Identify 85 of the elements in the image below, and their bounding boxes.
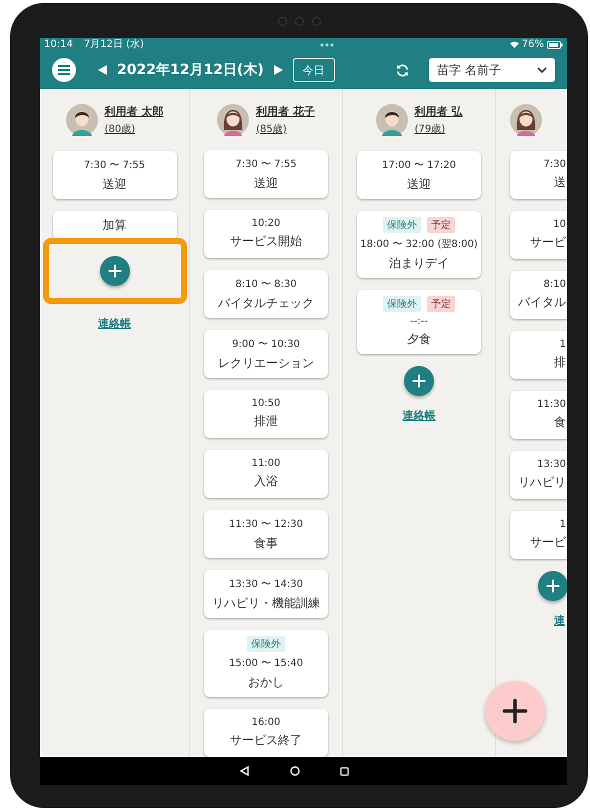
schedule-title: 加算 <box>102 217 126 234</box>
schedule-title: 泊まりデイ <box>389 255 449 272</box>
schedule-time: 18:00 〜 32:00 (翌8:00) <box>360 238 478 251</box>
schedule-title: バイタルチェック <box>218 294 314 312</box>
status-tag: 保険外 <box>383 217 421 233</box>
notes-link[interactable]: 連絡帳 <box>402 408 436 423</box>
schedule-card[interactable]: 8:10 バイタル <box>510 271 567 319</box>
user-age: (85歳) <box>256 122 288 136</box>
schedule-time: 11:00 <box>252 458 280 469</box>
status-tag: 保険外 <box>383 296 421 312</box>
schedule-title: 入浴 <box>254 473 278 490</box>
battery-percent: 76% <box>522 40 544 50</box>
schedule-card[interactable]: 13:30 〜 14:30 リハビリ・機能訓練 <box>204 570 328 618</box>
schedule-card[interactable]: 11:30 〜 12:30 食事 <box>204 510 328 558</box>
schedule-time: 17:00 〜 17:20 <box>382 158 456 172</box>
schedule-card[interactable]: 13:30 リハビリ <box>510 451 567 499</box>
schedule-time: 13:30 <box>537 459 566 470</box>
schedule-time: 1 <box>560 339 566 350</box>
schedule-time: 8:10 〜 8:30 <box>235 278 297 290</box>
schedule-time: 16:00 <box>252 717 280 728</box>
schedule-title: サービス終了 <box>230 732 302 749</box>
schedule-time: 7:30 〜 7:55 <box>235 158 297 170</box>
schedule-card[interactable]: 7:30 送 <box>510 151 567 199</box>
schedule-time: 11:30 〜 12:30 <box>229 518 303 530</box>
schedule-time: 1 <box>560 519 566 530</box>
schedule-title: バイタル <box>518 294 566 311</box>
schedule-card[interactable]: 16:00 サービス終了 <box>204 709 328 757</box>
schedule-title: 送 <box>554 174 566 191</box>
current-date: 2022年12月12日(木) <box>117 61 264 79</box>
schedule-title: 送迎 <box>254 174 278 192</box>
schedule-card[interactable]: 7:30 〜 7:55 送迎 <box>52 151 176 199</box>
schedule-card[interactable]: 1 排 <box>510 331 567 379</box>
status-date: 7月12日 (水) <box>84 40 144 50</box>
schedule-title: 食 <box>554 414 566 431</box>
notes-link[interactable]: 連 <box>554 613 565 628</box>
schedule-time: --:-- <box>410 316 428 327</box>
schedule-card[interactable]: 11:00 入浴 <box>204 450 328 498</box>
schedule-time: 10 <box>553 219 566 230</box>
schedule-card[interactable]: 10:20 サービス開始 <box>204 210 328 258</box>
schedule-title: 送迎 <box>407 176 431 192</box>
schedule-card[interactable]: 10 サービ <box>510 211 567 259</box>
user-name-link[interactable]: 利用者 花子 <box>256 104 315 118</box>
schedule-title: サービス開始 <box>230 233 302 250</box>
schedule-title: 食事 <box>254 534 278 552</box>
notes-link[interactable]: 連絡帳 <box>98 316 131 331</box>
schedule-title: 夕食 <box>407 331 431 348</box>
status-tag: 予定 <box>427 217 455 233</box>
schedule-title: サービ <box>530 234 566 251</box>
schedule-title: リハビリ <box>518 474 566 491</box>
user-name-link[interactable]: 利用者 弘 <box>414 104 462 119</box>
schedule-time: 10:20 <box>252 218 280 229</box>
schedule-card[interactable]: 8:10 〜 8:30 バイタルチェック <box>204 270 328 318</box>
schedule-title: レクリエーション <box>218 354 314 372</box>
schedule-title: サービ <box>530 534 566 551</box>
schedule-card[interactable]: 7:30 〜 7:55 送迎 <box>204 150 328 198</box>
schedule-card[interactable]: 加算 <box>52 211 176 240</box>
schedule-card[interactable]: 保険外 15:00 〜 15:40 おかし <box>204 630 328 697</box>
status-tag: 保険外 <box>247 636 285 652</box>
schedule-time: 7:30 <box>544 159 566 170</box>
schedule-card[interactable]: 保険外 予定 --:-- 夕食 <box>357 290 481 354</box>
staff-select[interactable]: 苗字 名前子 <box>429 58 555 82</box>
schedule-card[interactable]: 11:30 食 <box>510 391 567 439</box>
schedule-time: 11:30 <box>537 399 566 410</box>
status-tag: 予定 <box>427 296 455 312</box>
today-button[interactable]: 今日 <box>292 58 335 82</box>
schedule-title: 送迎 <box>102 176 126 192</box>
schedule-title: 排泄 <box>254 413 278 430</box>
schedule-time: 13:30 〜 14:30 <box>229 578 303 590</box>
schedule-card[interactable]: 17:00 〜 17:20 送迎 <box>357 151 481 199</box>
schedule-time: 9:00 〜 10:30 <box>232 338 300 350</box>
user-age: (80歳) <box>104 122 136 136</box>
schedule-time: 15:00 〜 15:40 <box>229 657 303 670</box>
schedule-card[interactable]: 1 サービ <box>510 511 567 559</box>
schedule-card[interactable]: 9:00 〜 10:30 レクリエーション <box>204 330 328 378</box>
schedule-time: 10:50 <box>252 398 280 409</box>
schedule-title: おかし <box>248 674 284 691</box>
status-time: 10:14 <box>44 40 73 50</box>
schedule-card[interactable]: 保険外 予定 18:00 〜 32:00 (翌8:00) 泊まりデイ <box>357 211 481 278</box>
schedule-card[interactable]: 10:50 排泄 <box>204 390 328 438</box>
user-age: (79歳) <box>414 122 446 136</box>
schedule-time: 8:10 <box>544 279 566 290</box>
schedule-title: リハビリ・機能訓練 <box>212 594 320 612</box>
schedule-title: 排 <box>554 354 566 371</box>
schedule-time: 7:30 〜 7:55 <box>84 158 146 172</box>
user-name-link[interactable]: 利用者 太郎 <box>104 104 164 119</box>
